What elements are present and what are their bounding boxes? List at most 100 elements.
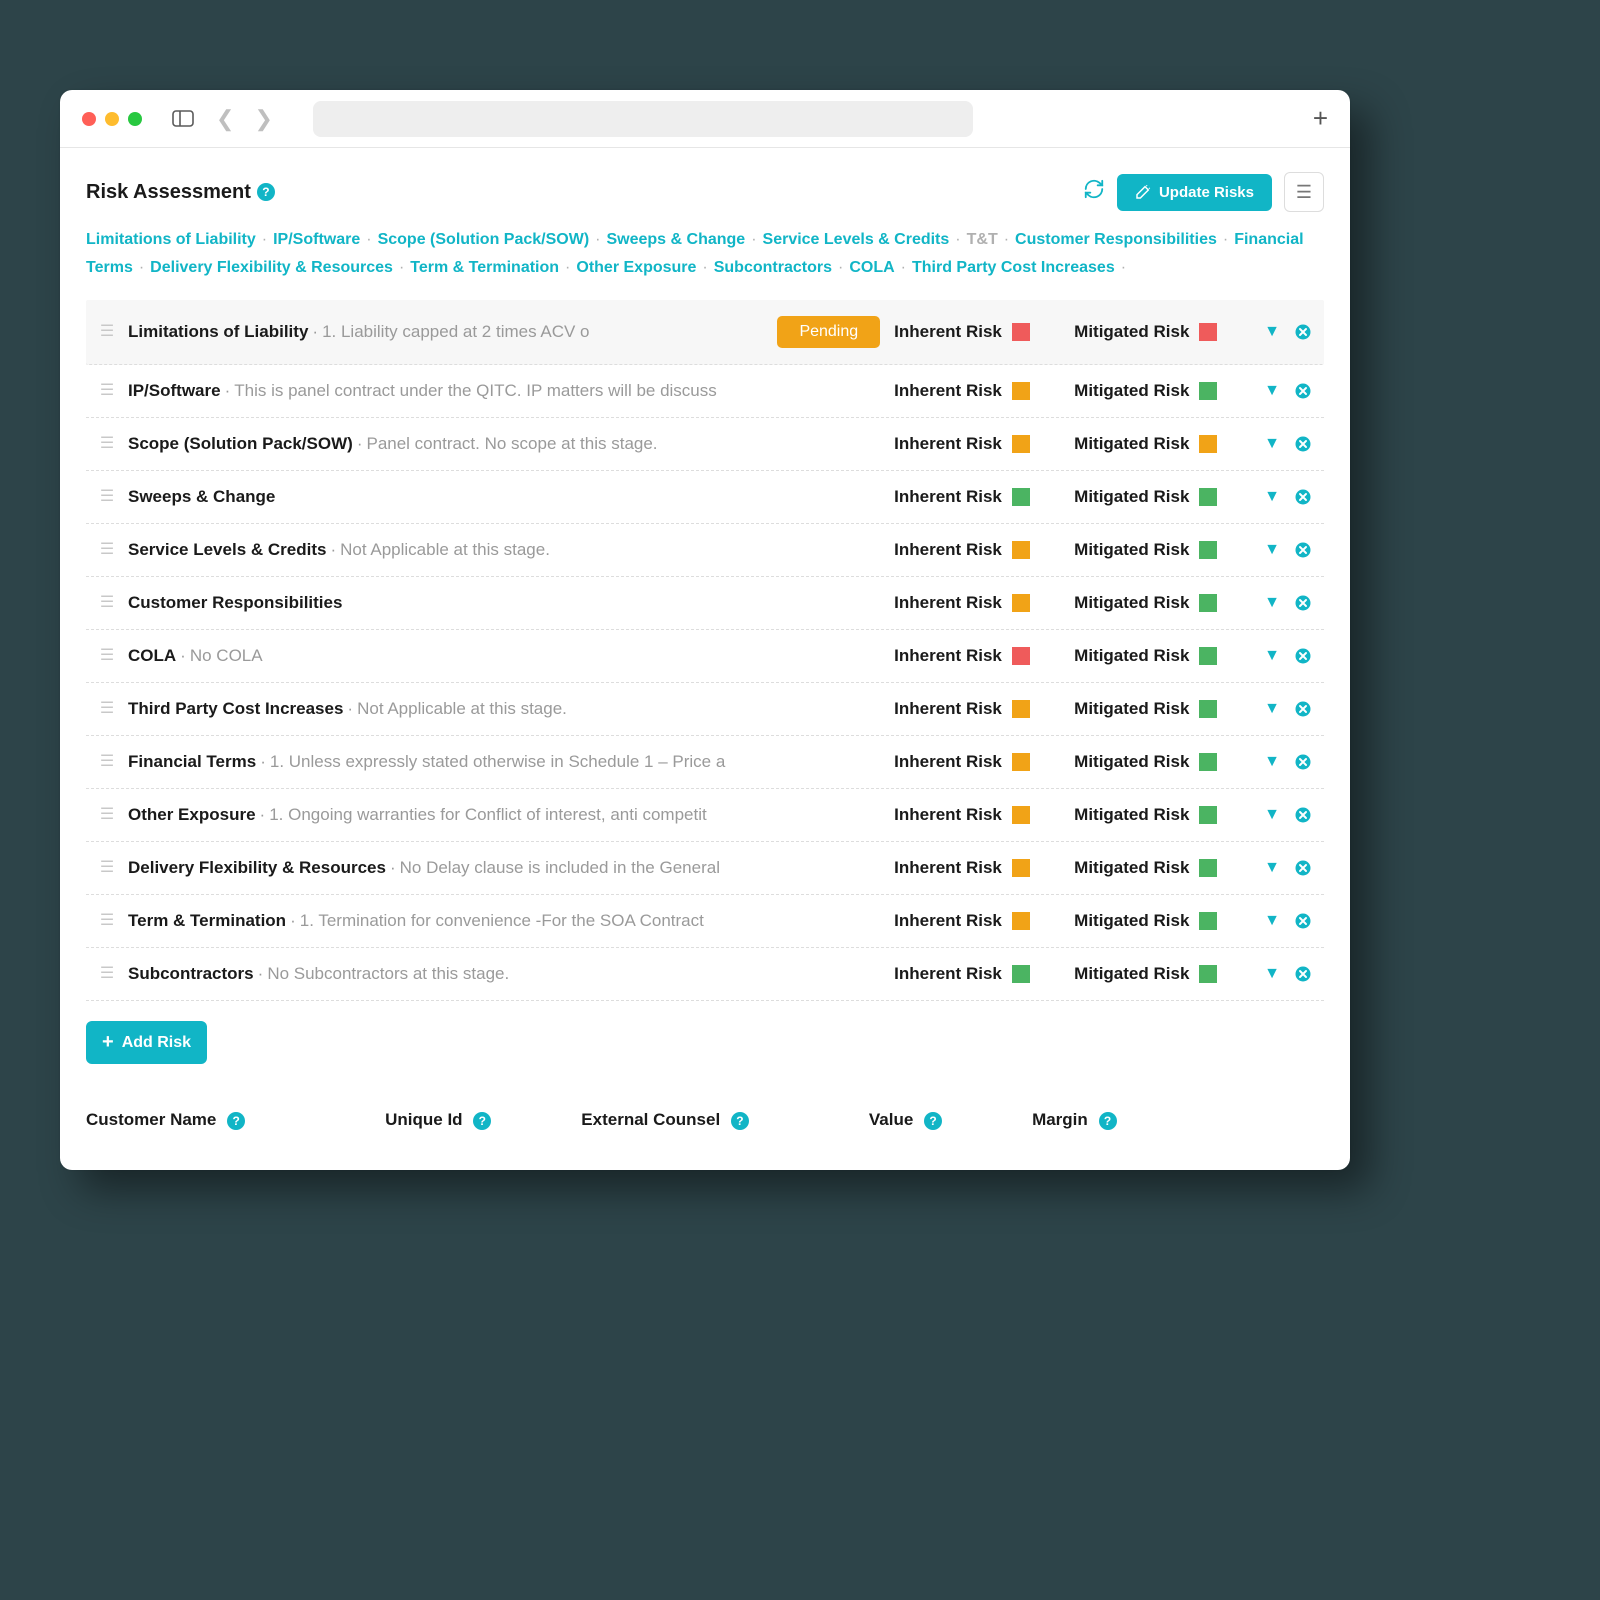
help-icon[interactable]: ? [257,183,275,201]
drag-handle-icon[interactable]: ☰ [94,652,120,659]
risk-name: Limitations of Liability [128,322,308,341]
drag-handle-icon[interactable]: ☰ [94,970,120,977]
category-tag[interactable]: COLA [849,259,894,276]
delete-icon[interactable] [1294,594,1312,612]
chevron-down-icon[interactable]: ▼ [1264,912,1280,930]
mitigated-risk-block: Mitigated Risk [1074,434,1254,454]
risk-description: 1. Termination for convenience -For the … [300,911,704,930]
chevron-down-icon[interactable]: ▼ [1264,806,1280,824]
help-icon[interactable]: ? [731,1112,749,1130]
sidebar-toggle-icon[interactable] [172,110,194,128]
row-actions: ▼ [1264,912,1312,930]
risk-name: Subcontractors [128,964,254,983]
delete-icon[interactable] [1294,806,1312,824]
delete-icon[interactable] [1294,382,1312,400]
help-icon[interactable]: ? [227,1112,245,1130]
url-bar[interactable] [313,101,973,137]
chevron-down-icon[interactable]: ▼ [1264,859,1280,877]
minimize-window-icon[interactable] [105,112,119,126]
drag-handle-icon[interactable]: ☰ [94,493,120,500]
delete-icon[interactable] [1294,965,1312,983]
risk-swatch [1199,488,1217,506]
help-icon[interactable]: ? [924,1112,942,1130]
category-tag[interactable]: Other Exposure [576,259,696,276]
risk-swatch [1012,859,1030,877]
chevron-down-icon[interactable]: ▼ [1264,647,1280,665]
chevron-down-icon[interactable]: ▼ [1264,323,1280,341]
new-tab-button[interactable]: + [1313,103,1328,134]
category-tag[interactable]: Customer Responsibilities [1015,231,1217,248]
risk-swatch [1012,323,1030,341]
risk-swatch [1012,912,1030,930]
help-icon[interactable]: ? [473,1112,491,1130]
chevron-down-icon[interactable]: ▼ [1264,435,1280,453]
delete-icon[interactable] [1294,323,1312,341]
delete-icon[interactable] [1294,753,1312,771]
risk-swatch [1012,541,1030,559]
category-tag[interactable]: Service Levels & Credits [763,231,950,248]
category-tag[interactable]: T&T [967,231,998,248]
category-tag[interactable]: IP/Software [273,231,360,248]
chevron-down-icon[interactable]: ▼ [1264,594,1280,612]
risk-name: Delivery Flexibility & Resources [128,858,386,877]
forward-button[interactable]: ❯ [254,106,272,132]
inherent-risk-block: Inherent Risk [894,699,1074,719]
risk-swatch [1012,488,1030,506]
row-actions: ▼ [1264,753,1312,771]
category-tag[interactable]: Term & Termination [410,259,559,276]
delete-icon[interactable] [1294,700,1312,718]
risk-text: Third Party Cost Increases·Not Applicabl… [128,699,894,719]
risk-swatch [1012,806,1030,824]
delete-icon[interactable] [1294,912,1312,930]
maximize-window-icon[interactable] [128,112,142,126]
drag-handle-icon[interactable]: ☰ [94,440,120,447]
menu-button[interactable]: ☰ [1284,172,1324,212]
risk-swatch [1199,859,1217,877]
inherent-risk-block: Inherent Risk [894,911,1074,931]
drag-handle-icon[interactable]: ☰ [94,705,120,712]
category-tag[interactable]: Delivery Flexibility & Resources [150,259,393,276]
chevron-down-icon[interactable]: ▼ [1264,700,1280,718]
delete-icon[interactable] [1294,435,1312,453]
chevron-down-icon[interactable]: ▼ [1264,965,1280,983]
mitigated-risk-block: Mitigated Risk [1074,540,1254,560]
chevron-down-icon[interactable]: ▼ [1264,488,1280,506]
delete-icon[interactable] [1294,647,1312,665]
delete-icon[interactable] [1294,859,1312,877]
drag-handle-icon[interactable]: ☰ [94,811,120,818]
delete-icon[interactable] [1294,488,1312,506]
inherent-risk-block: Inherent Risk [894,964,1074,984]
drag-handle-icon[interactable]: ☰ [94,758,120,765]
chevron-down-icon[interactable]: ▼ [1264,541,1280,559]
help-icon[interactable]: ? [1099,1112,1117,1130]
category-tag[interactable]: Sweeps & Change [606,231,745,248]
delete-icon[interactable] [1294,541,1312,559]
close-window-icon[interactable] [82,112,96,126]
chevron-down-icon[interactable]: ▼ [1264,382,1280,400]
drag-handle-icon[interactable]: ☰ [94,387,120,394]
chevron-down-icon[interactable]: ▼ [1264,753,1280,771]
drag-handle-icon[interactable]: ☰ [94,599,120,606]
drag-handle-icon[interactable]: ☰ [94,864,120,871]
risk-row: ☰Scope (Solution Pack/SOW)·Panel contrac… [86,418,1324,471]
plus-icon: + [102,1031,114,1054]
risk-swatch [1199,647,1217,665]
risk-row: ☰Limitations of Liability·1. Liability c… [86,300,1324,365]
add-risk-button[interactable]: + Add Risk [86,1021,207,1064]
update-risks-button[interactable]: Update Risks [1117,174,1272,211]
page-title: Risk Assessment [86,181,251,204]
drag-handle-icon[interactable]: ☰ [94,546,120,553]
risk-swatch [1199,594,1217,612]
drag-handle-icon[interactable]: ☰ [94,328,120,335]
category-tag[interactable]: Third Party Cost Increases [912,259,1115,276]
risk-swatch [1199,700,1217,718]
category-tag[interactable]: Subcontractors [714,259,832,276]
risk-row: ☰Subcontractors·No Subcontractors at thi… [86,948,1324,1001]
risk-text: Other Exposure·1. Ongoing warranties for… [128,805,894,825]
category-tag[interactable]: Limitations of Liability [86,231,256,248]
refresh-icon[interactable] [1083,178,1105,206]
category-tag[interactable]: Scope (Solution Pack/SOW) [378,231,590,248]
back-button[interactable]: ❮ [216,106,234,132]
risk-name: Third Party Cost Increases [128,699,343,718]
drag-handle-icon[interactable]: ☰ [94,917,120,924]
